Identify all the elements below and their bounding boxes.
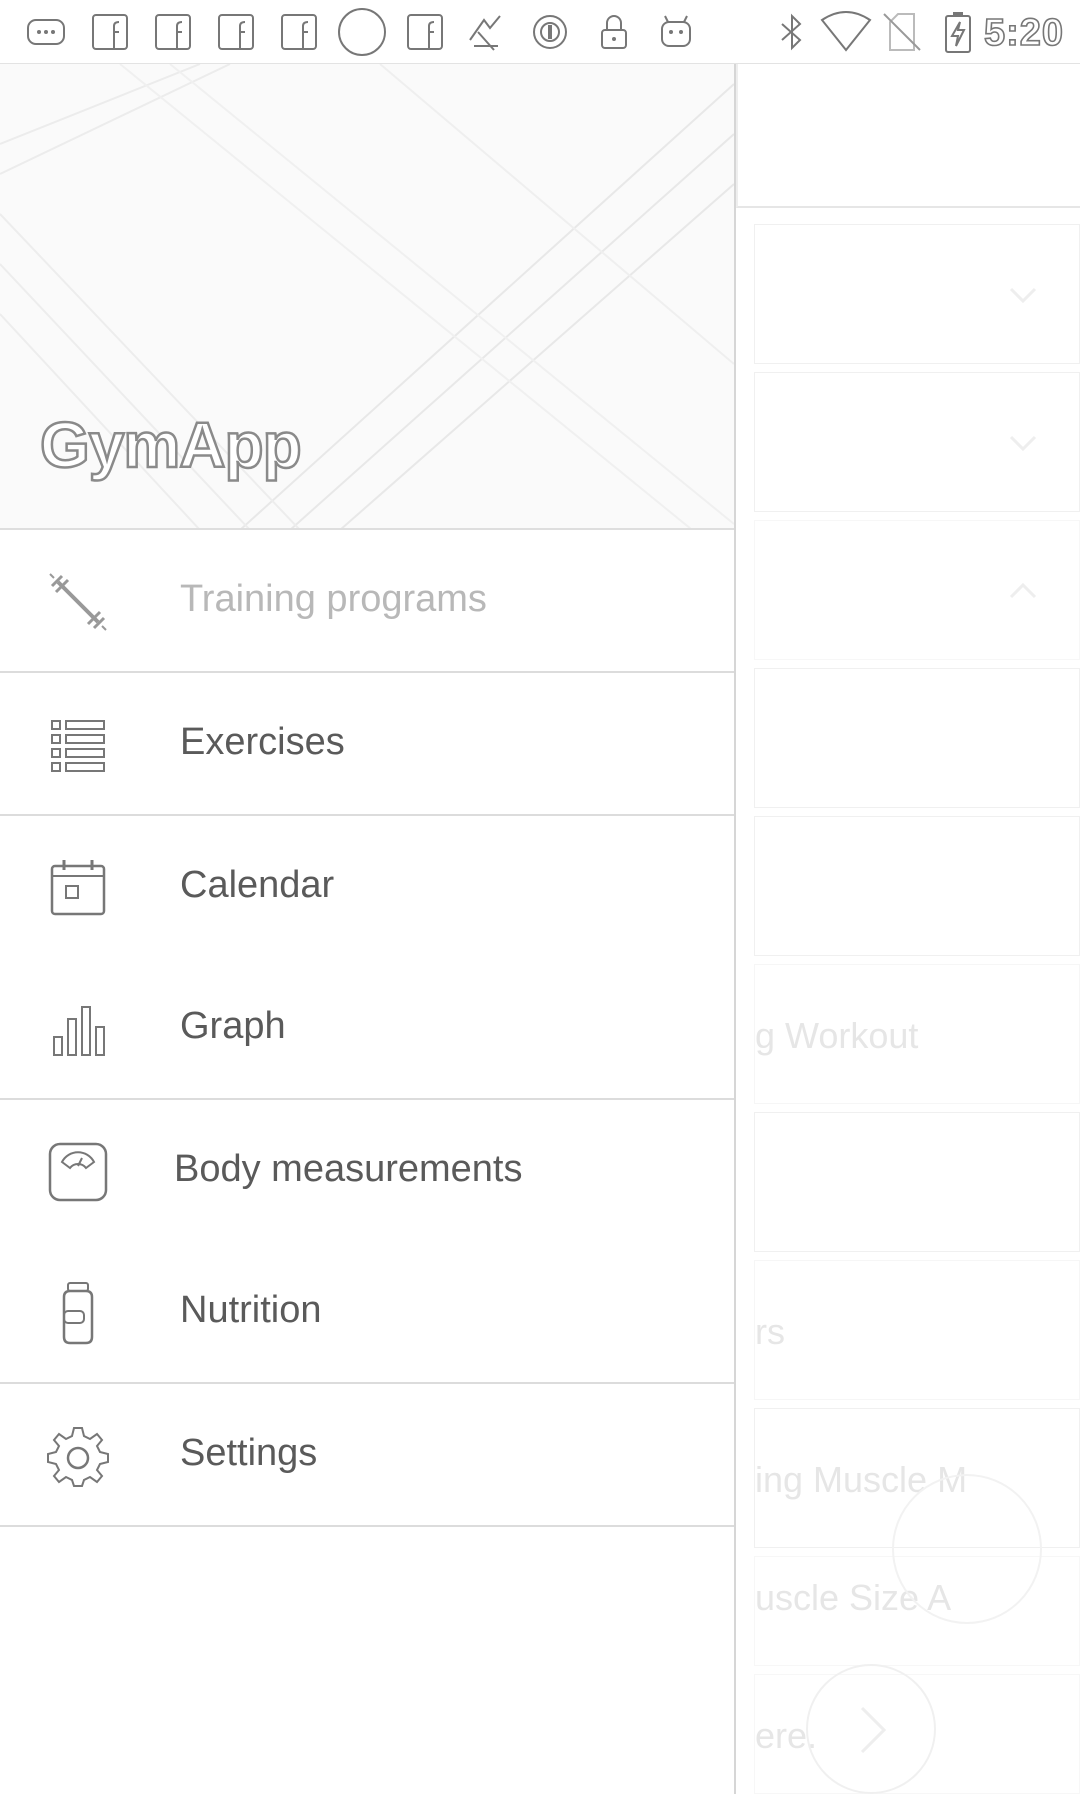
list-item[interactable]: [754, 1112, 1080, 1252]
main-content: g Workout rs ing Muscle M uscle Size A e…: [736, 64, 1080, 1794]
gear-icon: [47, 1427, 109, 1487]
list-item-text: g Workout: [755, 1015, 919, 1056]
toolbar: [736, 64, 1080, 208]
battery-charging-icon: [945, 12, 971, 53]
menu-item-label: Training programs: [180, 578, 487, 620]
bluetooth-icon: [781, 13, 802, 51]
facebook-icon: [155, 14, 191, 50]
facebook-icon: [407, 14, 443, 50]
list-item[interactable]: rs: [754, 1260, 1080, 1400]
scale-icon: [48, 1142, 108, 1202]
bar-chart-icon: [53, 1006, 105, 1056]
list-item[interactable]: [754, 668, 1080, 808]
menu-item-calendar[interactable]: Calendar: [0, 816, 734, 957]
menu-item-label: Settings: [180, 1432, 318, 1474]
android-icon: [661, 15, 691, 47]
list-item[interactable]: [754, 224, 1080, 364]
chevron-down-icon: [1009, 435, 1037, 452]
facebook-icon: [281, 14, 317, 50]
app-icon: [469, 15, 501, 51]
menu-item-nutrition[interactable]: Nutrition: [0, 1241, 734, 1382]
add-button[interactable]: [892, 1474, 1042, 1624]
menu-item-exercises[interactable]: Exercises: [0, 673, 734, 814]
dumbbell-icon: [49, 573, 107, 631]
app-title: GymApp: [39, 408, 303, 483]
navigation-drawer: GymApp Training programs Exercises Calen…: [0, 64, 736, 1794]
menu-item-label: Body measurements: [174, 1148, 523, 1190]
status-bar: 5:20: [0, 0, 1080, 64]
menu-item-settings[interactable]: Settings: [0, 1384, 734, 1525]
facebook-icon: [92, 14, 128, 50]
list-item[interactable]: [754, 372, 1080, 512]
screen: 5:20 g Workout rs ing Muscle M uscle Siz…: [0, 0, 1080, 1794]
chevron-right-icon: [860, 1706, 887, 1754]
menu-item-label: Graph: [180, 1005, 286, 1047]
chevron-up-icon: [1009, 582, 1037, 599]
list-item-text: rs: [755, 1311, 785, 1352]
list-item[interactable]: [754, 520, 1080, 660]
chevron-down-icon: [1009, 287, 1037, 304]
lock-icon: [601, 15, 627, 49]
messenger-icon: [27, 19, 65, 45]
drawer-menu: Training programs Exercises Calendar Gra…: [0, 530, 734, 1527]
supplement-jar-icon: [62, 1282, 94, 1345]
list-item[interactable]: [754, 816, 1080, 956]
no-sim-icon: [883, 13, 921, 51]
circle-icon: [338, 8, 386, 56]
clock: 5:20: [983, 11, 1064, 55]
calendar-icon: [50, 860, 106, 916]
wifi-icon: [820, 11, 872, 52]
menu-item-training-programs[interactable]: Training programs: [0, 530, 734, 671]
menu-item-label: Exercises: [180, 721, 345, 763]
list-item[interactable]: g Workout: [754, 964, 1080, 1104]
facebook-icon: [218, 14, 254, 50]
menu-item-body-measurements[interactable]: Body measurements: [0, 1100, 734, 1241]
menu-item-label: Nutrition: [180, 1289, 322, 1331]
drawer-header: GymApp: [0, 64, 734, 530]
list-icon: [51, 720, 105, 772]
menu-item-label: Calendar: [180, 864, 335, 906]
divider: [0, 1525, 734, 1527]
sync-icon: [533, 15, 567, 49]
next-button[interactable]: [806, 1664, 936, 1794]
menu-item-graph[interactable]: Graph: [0, 957, 734, 1098]
